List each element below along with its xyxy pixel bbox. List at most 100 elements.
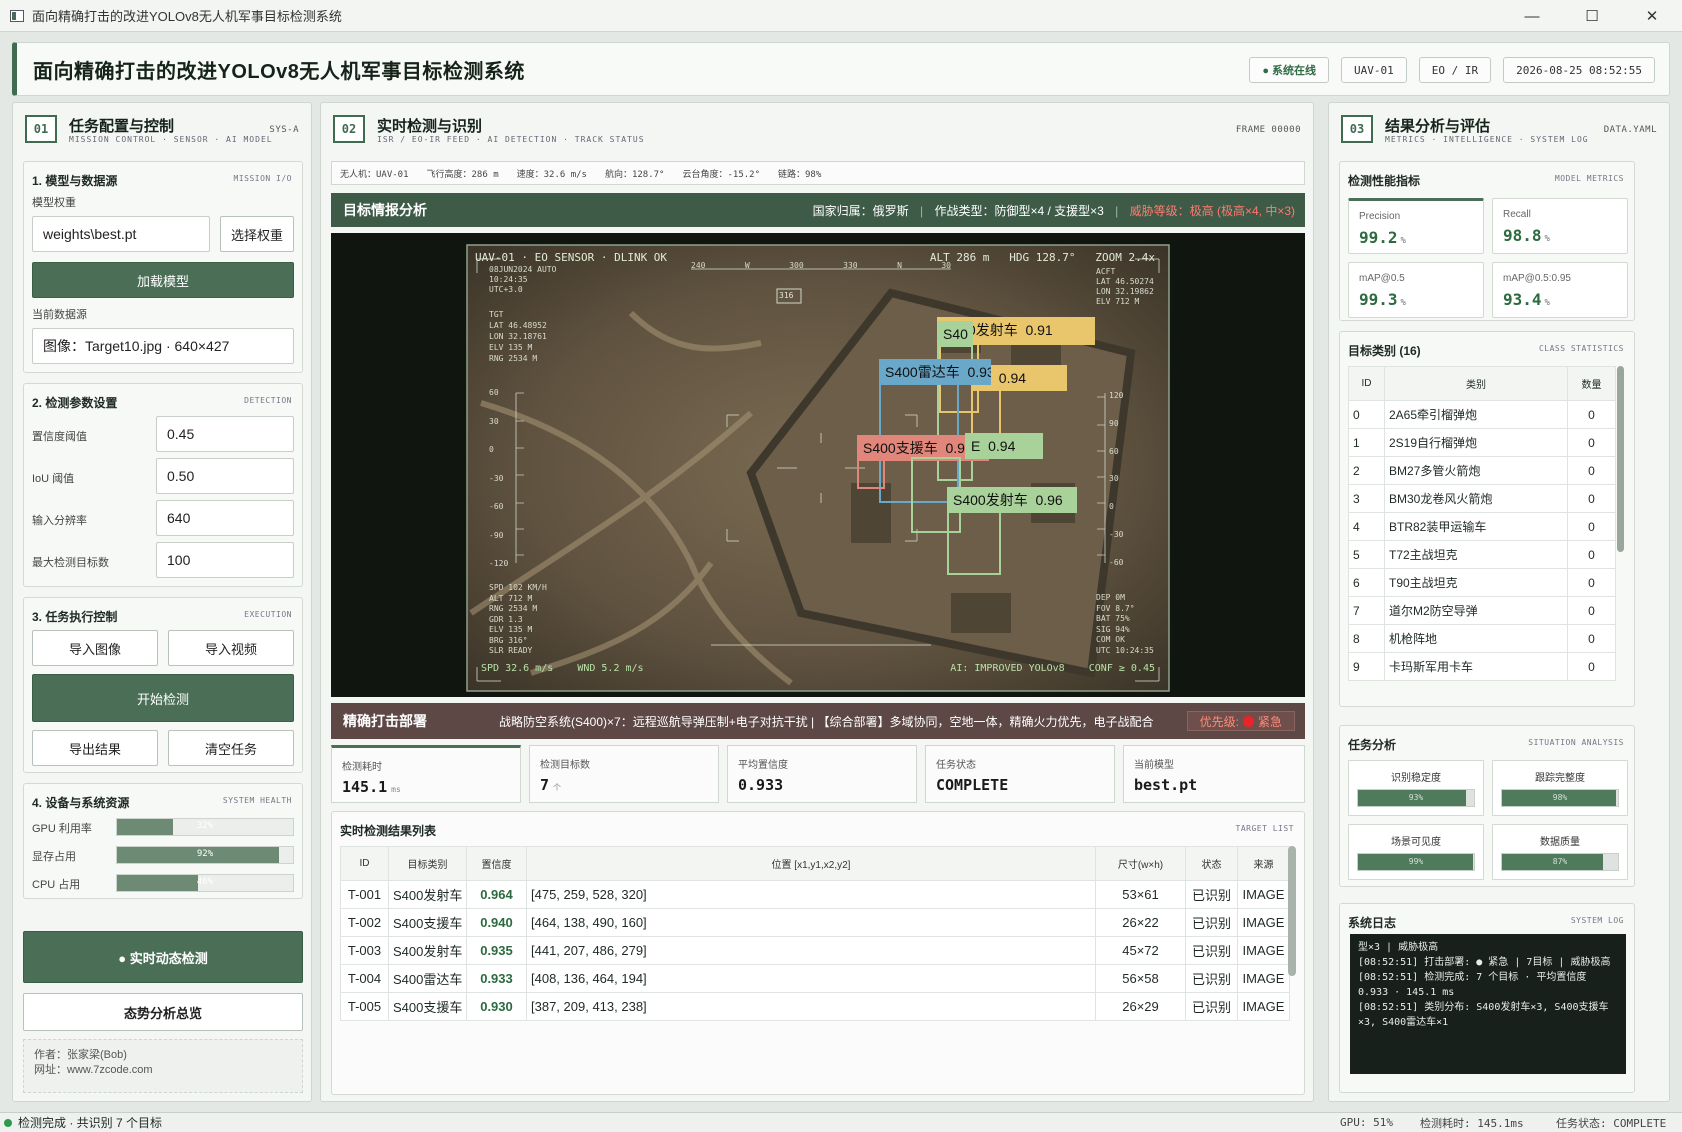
table-row[interactable]: T-005 S400支援车 0.930 [387, 209, 413, 238] 26×…	[340, 992, 1290, 1021]
author-info: 作者：张家梁(Bob) 网址：www.7zcode.com	[23, 1039, 303, 1093]
card-tag: SYSTEM HEALTH	[222, 796, 292, 805]
panel-subtitle: METRICS · INTELLIGENCE · SYSTEM LOG	[1385, 135, 1589, 144]
mission-panel: 01 任务配置与控制 MISSION CONTROL · SENSOR · AI…	[12, 102, 312, 1102]
import-video-button[interactable]: 导入视频	[168, 630, 294, 666]
panel-number: 03	[1341, 115, 1373, 143]
video-viewer[interactable]: UAV-01 · EO SENSOR · DLINK OK ALT 286 m …	[331, 233, 1305, 697]
vram-label: 显存占用	[32, 851, 76, 863]
class-scrollbar[interactable]	[1617, 366, 1624, 552]
conf-threshold-field[interactable]: 0.45	[156, 416, 294, 452]
situation-overview-button[interactable]: 态势分析总览	[23, 993, 303, 1031]
panel-title: 结果分析与评估	[1385, 118, 1491, 135]
col-state[interactable]: 状态	[1185, 846, 1238, 881]
table-cell: 已识别	[1185, 964, 1238, 993]
realtime-detect-button[interactable]: ● 实时动态检测	[23, 931, 303, 983]
list-item[interactable]: 2 BM27多管火箭炮 0	[1348, 456, 1616, 485]
list-item[interactable]: 1 2S19自行榴弹炮 0	[1348, 428, 1616, 457]
import-image-button[interactable]: 导入图像	[32, 630, 158, 666]
status-message: 检测完成 · 共识别 7 个目标	[18, 1116, 163, 1130]
table-cell: T-004	[340, 964, 389, 993]
system-card: 4. 设备与系统资源 SYSTEM HEALTH GPU 利用率 32% 显存占…	[23, 783, 303, 899]
table-cell: S400支援车	[388, 908, 467, 937]
table-cell: 45×72	[1095, 936, 1186, 965]
iou-label: IoU 阈值	[32, 473, 75, 485]
app-header: 面向精确打击的改进YOLOv8无人机军事目标检测系统 ● 系统在线 UAV-01…	[12, 42, 1670, 96]
table-row[interactable]: T-002 S400支援车 0.940 [464, 138, 490, 160] 26×…	[340, 908, 1290, 937]
card-tag: SITUATION ANALYSIS	[1528, 738, 1624, 747]
col-bbox[interactable]: 位置 [x1,y1,x2,y2]	[526, 846, 1096, 881]
start-detect-button[interactable]: 开始检测	[32, 674, 294, 722]
col-class-name[interactable]: 类别	[1384, 366, 1568, 401]
class-table-wrap[interactable]: ID 类别 数量 0 2A65牵引榴弹炮 0 1 2S19自行榴弹炮 0 2 BM27多管火箭…	[1348, 366, 1616, 700]
table-cell: BM30龙卷风火箭炮	[1384, 484, 1568, 513]
table-cell: 已识别	[1185, 908, 1238, 937]
table-cell: T72主战坦克	[1384, 540, 1568, 569]
col-size[interactable]: 尺寸(w×h)	[1095, 846, 1186, 881]
video-frame	[466, 244, 1170, 692]
max-det-field[interactable]: 100	[156, 542, 294, 578]
col-class-count[interactable]: 数量	[1567, 366, 1616, 401]
metric-precision: Precision 99.2%	[1348, 198, 1484, 254]
table-cell: 2A65牵引榴弹炮	[1384, 400, 1568, 429]
table-row[interactable]: T-001 S400发射车 0.964 [475, 259, 528, 320] 53×…	[340, 880, 1290, 909]
minimize-icon[interactable]: —	[1502, 0, 1562, 32]
resolution-field[interactable]: 640	[156, 500, 294, 536]
card-tag: EXECUTION	[244, 610, 292, 619]
list-item[interactable]: 7 道尔M2防空导弹 0	[1348, 596, 1616, 625]
table-row[interactable]: T-004 S400雷达车 0.933 [408, 136, 464, 194] 56×…	[340, 964, 1290, 993]
hud-datetime: 08JUN2024 AUTO 10:24:35 UTC+3.0	[489, 265, 557, 294]
weight-path-field[interactable]: weights\best.pt	[32, 216, 210, 252]
results-scrollbar[interactable]	[1288, 846, 1296, 976]
table-cell: [408, 136, 464, 194]	[526, 964, 1096, 993]
list-item[interactable]: 3 BM30龙卷风火箭炮 0	[1348, 484, 1616, 513]
card-tag: DETECTION	[244, 396, 292, 405]
log-line: [08:52:51] 类别分布: S400发射车×3, S400支援车×3, S…	[1358, 1002, 1609, 1028]
resolution-label: 输入分辨率	[32, 515, 87, 527]
close-icon[interactable]: ✕	[1622, 0, 1682, 32]
params-card: 2. 检测参数设置 DETECTION 置信度阈值 0.45 IoU 阈值 0.…	[23, 383, 303, 587]
stat-count: 检测目标数 7 个	[529, 745, 719, 803]
col-class[interactable]: 目标类别	[388, 846, 467, 881]
telemetry-alt: 飞行高度：286 m	[426, 169, 499, 180]
load-model-button[interactable]: 加载模型	[32, 262, 294, 298]
maximize-icon[interactable]: ☐	[1562, 0, 1622, 32]
gpu-label: GPU 利用率	[32, 823, 92, 835]
detection-box[interactable]	[947, 511, 1001, 575]
table-cell: 2S19自行榴弹炮	[1384, 428, 1568, 457]
table-cell: 0	[1567, 624, 1616, 653]
table-cell: BTR82装甲运输车	[1384, 512, 1568, 541]
table-cell: 0	[1348, 400, 1385, 429]
table-row[interactable]: T-003 S400发射车 0.935 [441, 207, 486, 279] 45×…	[340, 936, 1290, 965]
col-id[interactable]: ID	[340, 846, 389, 881]
list-item[interactable]: 5 T72主战坦克 0	[1348, 540, 1616, 569]
list-item[interactable]: 8 机枪阵地 0	[1348, 624, 1616, 653]
list-item[interactable]: 0 2A65牵引榴弹炮 0	[1348, 400, 1616, 429]
hud-pitch-right: 120 90 60 30 0 -30 -60	[1109, 391, 1124, 567]
list-item[interactable]: 6 T90主战坦克 0	[1348, 568, 1616, 597]
export-results-button[interactable]: 导出结果	[32, 730, 158, 766]
table-cell: 2	[1348, 456, 1385, 485]
iou-threshold-field[interactable]: 0.50	[156, 458, 294, 494]
system-log[interactable]: 型×3 | 威胁极高 [08:52:51] 打击部署: ● 紧急 | 7目标 |…	[1350, 934, 1626, 1074]
analysis-stability: 识别稳定度 93%	[1348, 760, 1484, 816]
hud-flight: ALT 286 m HDG 128.7° ZOOM 2.4x	[929, 251, 1155, 264]
col-source[interactable]: 来源	[1237, 846, 1290, 881]
source-field[interactable]: 图像：Target10.jpg · 640×427	[32, 328, 294, 364]
table-cell: [475, 259, 528, 320]	[526, 880, 1096, 909]
col-conf[interactable]: 置信度	[466, 846, 527, 881]
metric-map50: mAP@0.5 99.3%	[1348, 262, 1484, 318]
vram-bar: 92%	[116, 846, 294, 864]
col-class-id[interactable]: ID	[1348, 366, 1385, 401]
list-item[interactable]: 9 卡玛斯军用卡车 0	[1348, 652, 1616, 681]
table-cell: IMAGE	[1237, 936, 1290, 965]
clear-task-button[interactable]: 清空任务	[168, 730, 294, 766]
table-cell: T90主战坦克	[1384, 568, 1568, 597]
panel-number: 02	[333, 115, 365, 143]
log-line: [08:52:51] 打击部署: ● 紧急 | 7目标 | 威胁极高	[1358, 957, 1611, 968]
table-cell: 0.964	[466, 880, 527, 909]
choose-weight-button[interactable]: 选择权重	[220, 216, 294, 252]
log-line: 型×3 | 威胁极高	[1358, 942, 1439, 953]
list-item[interactable]: 4 BTR82装甲运输车 0	[1348, 512, 1616, 541]
table-cell: IMAGE	[1237, 964, 1290, 993]
detection-box[interactable]	[857, 459, 885, 489]
